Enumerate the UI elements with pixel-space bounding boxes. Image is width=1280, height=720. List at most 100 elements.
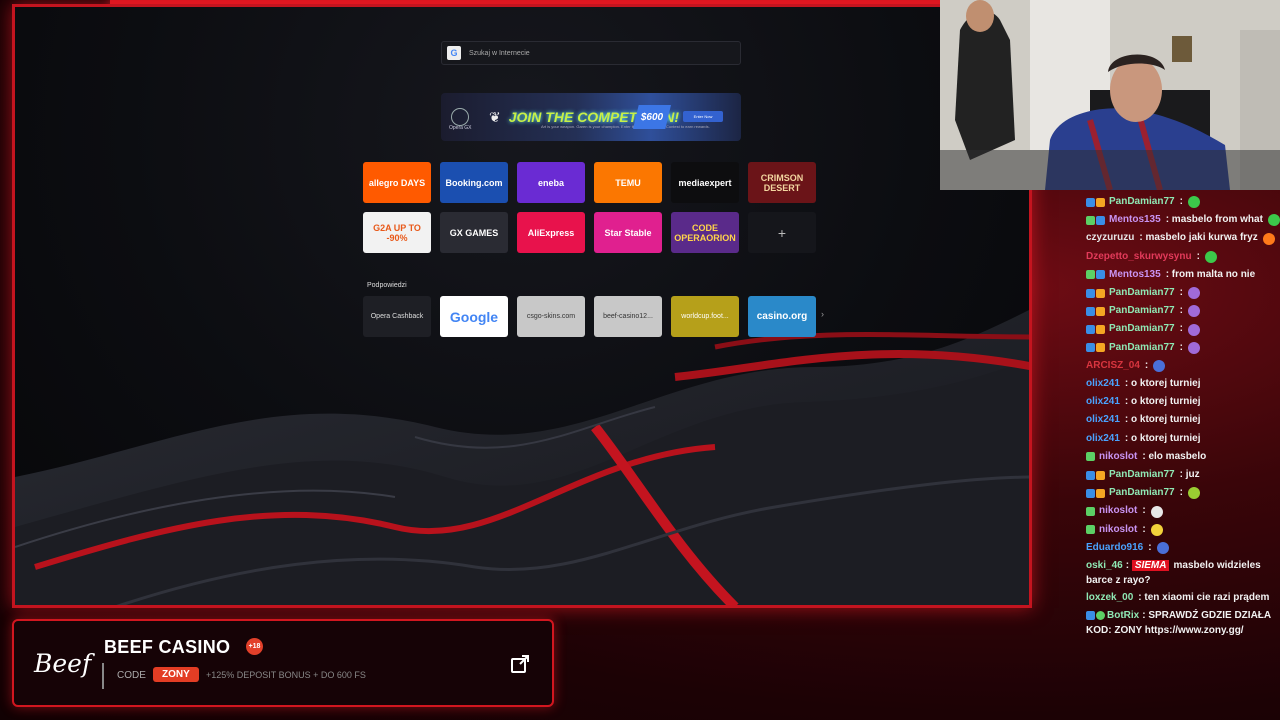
suggestion-tile[interactable]: casino.org: [748, 296, 816, 337]
speed-dial-label: mediaexpert: [678, 177, 732, 188]
suggestion-label: casino.org: [756, 311, 808, 322]
chat-text: : masbelo jaki kurwa fryz: [1139, 232, 1258, 244]
chat-text: :: [1179, 341, 1183, 353]
badge-icon: [1086, 325, 1095, 335]
chat-username[interactable]: Dzepetto_skurwysynu: [1086, 248, 1192, 266]
speed-dial-tile[interactable]: CRIMSON DESERT: [748, 162, 816, 203]
banner-brand: Opera GX: [449, 125, 472, 131]
chat-message: PanDamian77:: [1086, 484, 1280, 502]
chat-username[interactable]: PanDamian77: [1109, 302, 1175, 320]
chat-message: Eduardo916:: [1086, 539, 1280, 557]
screen-capture-frame: G Szukaj w Internecie Opera GX ❦ JOIN TH…: [12, 4, 1032, 608]
speed-dial-label: TEMU: [615, 177, 641, 188]
chat-message: nikoslot : elo masbelo: [1086, 448, 1280, 466]
suggestion-tile[interactable]: worldcup.foot...: [671, 296, 739, 337]
chevron-right-icon[interactable]: ›: [821, 309, 824, 319]
suggestion-label: Opera Cashback: [370, 313, 424, 320]
chat-text: : o ktorej turniej: [1124, 432, 1201, 444]
suggestion-label: Google: [449, 308, 499, 325]
suggestion-tile[interactable]: Opera Cashback: [363, 296, 431, 337]
chat-username[interactable]: PanDamian77: [1109, 339, 1175, 357]
chat-username[interactable]: PanDamian77: [1109, 284, 1175, 302]
emote-icon: [1204, 250, 1217, 263]
chat-username[interactable]: loxzek_00: [1086, 589, 1133, 607]
chat-username[interactable]: oski_46: [1086, 560, 1123, 571]
speed-dial-tile[interactable]: AliExpress: [517, 212, 585, 253]
chat-message: PanDamian77:: [1086, 320, 1280, 338]
speed-dial-tile[interactable]: TEMU: [594, 162, 662, 203]
suggestion-tile[interactable]: csgo-skins.com: [517, 296, 585, 337]
chat-text: :: [1179, 323, 1183, 335]
suggestion-tile[interactable]: beef-casino12...: [594, 296, 662, 337]
user-badges: [1086, 488, 1105, 498]
chat-message: oski_46: SIEMA masbelo widzieles barce z …: [1086, 557, 1280, 589]
chat-username[interactable]: PanDamian77: [1109, 193, 1175, 211]
chat-message: PanDamian77:: [1086, 302, 1280, 320]
suggestions-label: Podpowiedzi: [367, 282, 407, 289]
chat-text: : elo masbelo: [1142, 450, 1207, 462]
emote-icon: [1187, 323, 1200, 336]
speed-dial-tile[interactable]: eneba: [517, 162, 585, 203]
chat-username[interactable]: Mentos135: [1109, 211, 1161, 229]
speed-dial-tile[interactable]: G2A UP TO -90%: [363, 212, 431, 253]
speed-dial-tile[interactable]: mediaexpert: [671, 162, 739, 203]
chat-message: olix241: o ktorej turniej: [1086, 411, 1280, 429]
badge-icon: [1086, 270, 1095, 280]
chat-text: : masbelo from what: [1165, 214, 1263, 226]
chat-username[interactable]: BotRix: [1107, 610, 1139, 621]
chat-username[interactable]: PanDamian77: [1109, 320, 1175, 338]
speed-dial-tile[interactable]: allegro DAYS: [363, 162, 431, 203]
chat-username[interactable]: olix241: [1086, 375, 1120, 393]
speed-dial-grid: allegro DAYS Booking.com eneba TEMU mediaexp…: [363, 162, 816, 253]
chat-username[interactable]: olix241: [1086, 393, 1120, 411]
external-link-icon[interactable]: [510, 654, 530, 674]
chat-username[interactable]: nikoslot: [1099, 521, 1137, 539]
suggestion-label: csgo-skins.com: [526, 313, 576, 320]
chat-username[interactable]: olix241: [1086, 411, 1120, 429]
speed-dial-tile[interactable]: Booking.com: [440, 162, 508, 203]
chat-username[interactable]: ARCISZ_04: [1086, 357, 1140, 375]
chat-text: :: [1196, 250, 1200, 262]
chat-username[interactable]: nikoslot: [1099, 502, 1137, 520]
chat-message: PanDamian77:: [1086, 284, 1280, 302]
badge-icon: [1096, 215, 1105, 225]
chat-username[interactable]: olix241: [1086, 430, 1120, 448]
chat-text: :: [1142, 505, 1146, 517]
banner-cta-button[interactable]: Enter Now: [683, 111, 723, 122]
badge-icon: [1096, 270, 1105, 280]
promo-banner[interactable]: Opera GX ❦ JOIN THE COMPETITION! Art is …: [441, 93, 741, 141]
badge-icon: [1096, 288, 1105, 298]
chat-text: :: [1142, 523, 1146, 535]
speed-dial-tile[interactable]: GX GAMES: [440, 212, 508, 253]
emote-icon: [1153, 359, 1166, 372]
chat-username[interactable]: nikoslot: [1099, 448, 1137, 466]
siema-emote: SIEMA: [1131, 560, 1170, 572]
badge-icon: [1086, 470, 1095, 480]
speed-dial-tile[interactable]: CODE OPERAORION: [671, 212, 739, 253]
offer-text: +125% DEPOSIT BONUS + DO 600 FS: [206, 670, 366, 680]
speed-dial-tile[interactable]: +: [748, 212, 816, 253]
user-badges: [1086, 325, 1105, 335]
wings-icon: ❦: [489, 108, 501, 125]
chat-username[interactable]: Mentos135: [1109, 266, 1161, 284]
age-badge: +18: [246, 638, 263, 655]
chat-username[interactable]: Eduardo916: [1086, 539, 1143, 557]
chat-username[interactable]: PanDamian77: [1109, 466, 1175, 484]
user-badges: [1086, 215, 1105, 225]
chat-text: :: [1179, 487, 1183, 499]
sponsor-panel: Beef BEEF CASINO +18 CODE ZONY +125% DEP…: [12, 619, 554, 707]
chat-text: : o ktorej turniej: [1124, 396, 1201, 408]
chat-username[interactable]: czyzuruzu: [1086, 229, 1134, 247]
emote-icon: [1187, 305, 1200, 318]
speed-dial-label: allegro DAYS: [368, 177, 426, 188]
banner-subtitle: Art is your weapon. Garen is your champi…: [541, 124, 710, 129]
badge-icon: [1086, 306, 1095, 316]
suggestion-tile[interactable]: Google: [440, 296, 508, 337]
code-pill: ZONY: [153, 667, 199, 682]
user-badges: [1086, 288, 1105, 298]
chat-username[interactable]: PanDamian77: [1109, 484, 1175, 502]
user-badges: [1086, 525, 1095, 535]
search-input[interactable]: G Szukaj w Internecie: [441, 41, 741, 65]
speed-dial-tile[interactable]: Star Stable: [594, 212, 662, 253]
beef-logo: Beef: [34, 649, 92, 678]
